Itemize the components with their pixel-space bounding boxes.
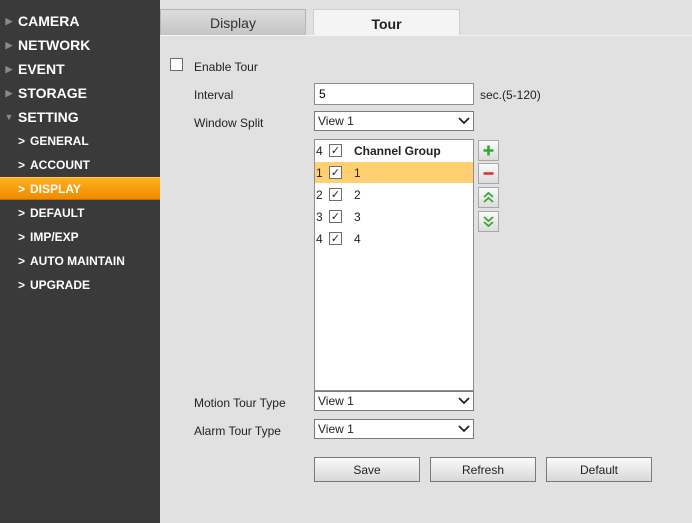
check-icon: ✓ <box>330 211 341 223</box>
list-item[interactable]: 4 ✓ 4 <box>315 228 473 249</box>
remove-channel-button[interactable] <box>478 163 499 184</box>
sidebar-item-label: NETWORK <box>18 37 91 53</box>
list-item[interactable]: 2 ✓ 2 <box>315 184 473 205</box>
enable-tour-checkbox[interactable] <box>170 58 183 71</box>
chevron-down-icon <box>458 425 470 433</box>
list-item[interactable]: 1 ✓ 1 <box>315 162 473 183</box>
chevron-right-icon: > <box>17 229 25 244</box>
sidebar-item-network[interactable]: ▶ NETWORK <box>0 33 160 57</box>
list-item-num: 2 <box>316 187 323 202</box>
list-item-checkbox[interactable]: ✓ <box>329 166 342 179</box>
enable-tour-label: Enable Tour <box>194 60 258 74</box>
chevron-right-icon: > <box>17 133 25 148</box>
main-content: Display Tour Enable Tour Interval sec.(5… <box>160 0 692 523</box>
sidebar-item-label: DEFAULT <box>30 205 85 220</box>
chevron-right-icon: > <box>17 205 25 220</box>
double-chevron-down-icon <box>483 216 494 228</box>
sidebar: ▶ CAMERA ▶ NETWORK ▶ EVENT ▶ STORAGE ▼ S… <box>0 0 160 523</box>
sidebar-item-event[interactable]: ▶ EVENT <box>0 57 160 81</box>
select-value: View 1 <box>318 422 354 436</box>
tab-display[interactable]: Display <box>160 9 306 36</box>
sidebar-item-label: IMP/EXP <box>30 229 79 244</box>
sidebar-item-account[interactable]: > ACCOUNT <box>0 153 160 176</box>
sidebar-item-label: EVENT <box>18 61 65 77</box>
window-split-label: Window Split <box>194 116 264 130</box>
refresh-button[interactable]: Refresh <box>430 457 536 482</box>
triangle-right-icon: ▶ <box>5 87 13 98</box>
chevron-right-icon: > <box>17 277 25 292</box>
sidebar-item-label: CAMERA <box>18 13 80 29</box>
sidebar-item-label: UPGRADE <box>30 277 91 292</box>
default-button[interactable]: Default <box>546 457 652 482</box>
alarm-tour-type-label: Alarm Tour Type <box>194 424 281 438</box>
sidebar-item-display[interactable]: > DISPLAY <box>0 177 160 200</box>
sidebar-item-label: STORAGE <box>18 85 87 101</box>
list-item-num: 1 <box>316 165 323 180</box>
interval-input[interactable] <box>314 83 474 105</box>
chevron-right-icon: > <box>17 157 25 172</box>
list-item-checkbox[interactable]: ✓ <box>329 210 342 223</box>
sidebar-item-default[interactable]: > DEFAULT <box>0 201 160 224</box>
list-item-label: 3 <box>354 209 361 224</box>
list-header: 4 ✓ Channel Group <box>315 140 473 161</box>
channel-group-list: 4 ✓ Channel Group 1 ✓ 1 2 ✓ 2 3 ✓ 3 4 ✓ … <box>314 139 474 391</box>
check-icon: ✓ <box>330 167 341 179</box>
sidebar-item-setting[interactable]: ▼ SETTING <box>0 105 160 129</box>
list-item-label: 2 <box>354 187 361 202</box>
sidebar-item-label: DISPLAY <box>30 181 81 196</box>
sidebar-item-general[interactable]: > GENERAL <box>0 129 160 152</box>
list-item-num: 3 <box>316 209 323 224</box>
move-down-button[interactable] <box>478 211 499 232</box>
list-item-checkbox[interactable]: ✓ <box>329 232 342 245</box>
sidebar-item-label: ACCOUNT <box>30 157 90 172</box>
sidebar-item-storage[interactable]: ▶ STORAGE <box>0 81 160 105</box>
sidebar-item-label: SETTING <box>18 109 79 125</box>
move-up-button[interactable] <box>478 187 499 208</box>
add-channel-button[interactable] <box>478 140 499 161</box>
list-header-label: Channel Group <box>354 143 441 158</box>
select-value: View 1 <box>318 394 354 408</box>
sidebar-item-auto-maintain[interactable]: > AUTO MAINTAIN <box>0 249 160 272</box>
triangle-right-icon: ▶ <box>5 63 13 74</box>
chevron-down-icon <box>458 117 470 125</box>
save-button[interactable]: Save <box>314 457 420 482</box>
interval-label: Interval <box>194 88 234 102</box>
sidebar-item-upgrade[interactable]: > UPGRADE <box>0 273 160 296</box>
sidebar-item-label: GENERAL <box>30 133 89 148</box>
sidebar-item-imp-exp[interactable]: > IMP/EXP <box>0 225 160 248</box>
list-header-count: 4 <box>316 143 323 158</box>
select-all-checkbox[interactable]: ✓ <box>329 144 342 157</box>
sidebar-item-camera[interactable]: ▶ CAMERA <box>0 9 160 33</box>
tab-tour[interactable]: Tour <box>313 9 460 37</box>
interval-hint: sec.(5-120) <box>480 88 541 102</box>
check-icon: ✓ <box>330 189 341 201</box>
triangle-right-icon: ▶ <box>5 39 13 50</box>
window-split-select[interactable]: View 1 <box>314 111 474 131</box>
list-item-label: 4 <box>354 231 361 246</box>
minus-icon <box>483 172 494 175</box>
list-item[interactable]: 3 ✓ 3 <box>315 206 473 227</box>
double-chevron-up-icon <box>483 191 494 203</box>
check-icon: ✓ <box>330 145 341 157</box>
sidebar-item-label: AUTO MAINTAIN <box>30 253 125 268</box>
list-item-checkbox[interactable]: ✓ <box>329 188 342 201</box>
motion-tour-type-label: Motion Tour Type <box>194 396 286 410</box>
triangle-down-icon: ▼ <box>4 112 14 122</box>
chevron-right-icon: > <box>17 253 25 268</box>
plus-icon <box>483 145 494 156</box>
list-item-num: 4 <box>316 231 323 246</box>
check-icon: ✓ <box>330 233 341 245</box>
select-value: View 1 <box>318 114 354 128</box>
motion-tour-type-select[interactable]: View 1 <box>314 391 474 411</box>
alarm-tour-type-select[interactable]: View 1 <box>314 419 474 439</box>
chevron-down-icon <box>458 397 470 405</box>
list-item-label: 1 <box>354 165 361 180</box>
chevron-right-icon: > <box>17 181 25 196</box>
triangle-right-icon: ▶ <box>5 15 13 26</box>
